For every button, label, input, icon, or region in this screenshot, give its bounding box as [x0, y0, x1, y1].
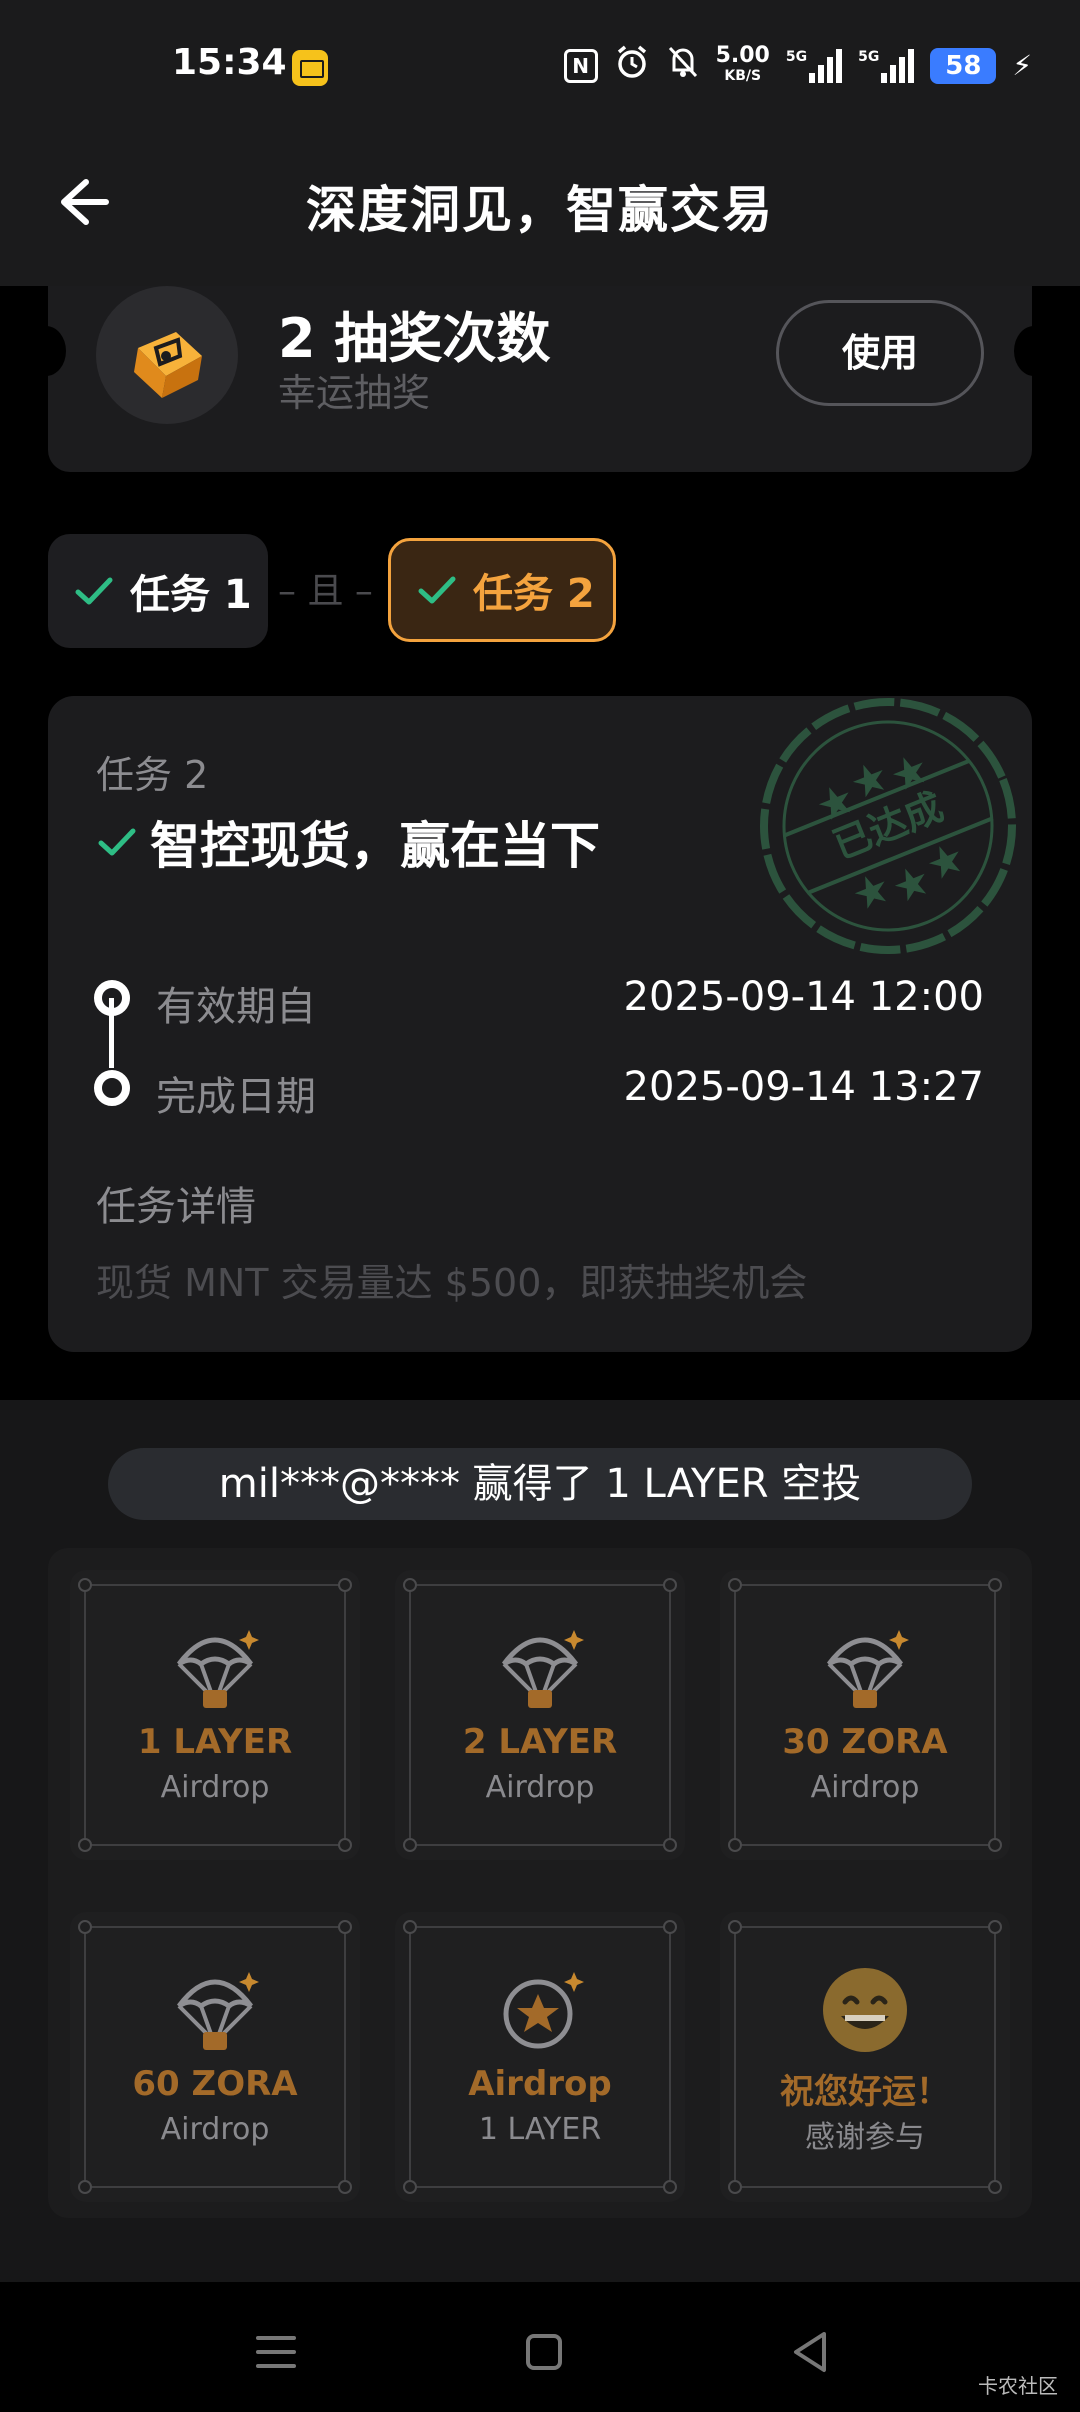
valid-from-label: 有效期自	[156, 984, 316, 1030]
winner-banner: mil***@**** 赢得了 1 LAYER 空投	[108, 1448, 972, 1520]
page-title: 深度洞见，智赢交易	[306, 181, 774, 239]
mail-notification-icon	[292, 50, 328, 86]
prize-subtitle: Airdrop	[485, 1770, 595, 1805]
watermark-text: 卡农社区	[978, 2374, 1058, 2398]
ticket-notch-right	[1014, 326, 1054, 376]
prize-subtitle: Airdrop	[160, 2112, 270, 2147]
check-icon	[75, 577, 113, 605]
top-app-bar: 深度洞见，智赢交易	[0, 136, 1080, 286]
battery-indicator: 58	[930, 47, 997, 84]
prize-card: 1 LAYER Airdrop	[70, 1570, 360, 1860]
lottery-panel: mil***@**** 赢得了 1 LAYER 空投 1 LAYER Airdr…	[0, 1400, 1080, 2282]
prize-subtitle: Airdrop	[160, 1770, 270, 1805]
prize-title: 祝您好运！	[780, 2072, 950, 2112]
achieved-stamp-icon: 已达成	[748, 696, 1028, 966]
prize-card: 60 ZORA Airdrop	[70, 1912, 360, 2202]
parachute-icon	[502, 1630, 584, 1708]
prize-card: 30 ZORA Airdrop	[720, 1570, 1010, 1860]
prize-title: 1 LAYER	[137, 1722, 293, 1762]
signal-5g-icon-2: 5G	[858, 48, 915, 83]
tab-task-2-label: 任务 2	[473, 571, 595, 617]
back-nav-icon[interactable]	[782, 2322, 842, 2382]
nfc-icon: N	[563, 48, 598, 83]
menu-nav-icon[interactable]	[246, 2322, 306, 2382]
completed-label: 完成日期	[156, 1074, 316, 1120]
lottery-ticket-card: 2 抽奖次数 幸运抽奖 使用	[26, 286, 1054, 472]
grinning-face-icon	[823, 1968, 907, 2052]
net-speed-value: 5.00	[715, 42, 770, 68]
prize-subtitle: 1 LAYER	[478, 2112, 602, 2147]
system-navigation-bar	[0, 2282, 1080, 2412]
prize-grid: 1 LAYER Airdrop 2 LAYER Airdrop 30 ZORA …	[48, 1548, 1032, 2218]
use-button[interactable]: 使用	[776, 300, 984, 406]
star-coin-icon	[503, 1972, 584, 2049]
net-speed-unit: KB/S	[724, 67, 762, 84]
system-icons: N 5.00 KB/S 5G 5G 58 ⚡	[563, 42, 1032, 87]
tasks-and-separator: – 且 –	[278, 571, 373, 612]
prize-title: 60 ZORA	[132, 2064, 298, 2104]
home-nav-icon[interactable]	[514, 2322, 574, 2382]
ticket-notch-left	[26, 326, 66, 376]
parachute-icon	[177, 1972, 259, 2050]
task-detail-card: 已达成 任务 2 智控现货，赢在当下 有效期自 2025-09-14 12:00…	[48, 696, 1032, 1352]
timeline-end-dot	[94, 1070, 130, 1106]
mute-bell-icon	[666, 44, 700, 87]
valid-from-value: 2025-09-14 12:00	[623, 974, 984, 1020]
lottery-subtitle: 幸运抽奖	[278, 371, 431, 415]
network-speed: 5.00 KB/S	[715, 42, 770, 86]
prize-card: Airdrop 1 LAYER	[395, 1912, 685, 2202]
lottery-box-icon	[96, 286, 238, 424]
task-title: 智控现货，赢在当下	[96, 806, 600, 878]
charging-icon: ⚡	[1012, 49, 1032, 82]
task-label: 任务 2	[96, 753, 209, 797]
alarm-icon	[614, 44, 650, 87]
task-details-label: 任务详情	[96, 1184, 256, 1230]
check-icon	[418, 576, 456, 604]
signal2-label: 5G	[858, 48, 880, 65]
prize-card: 2 LAYER Airdrop	[395, 1570, 685, 1860]
prize-card: 祝您好运！ 感谢参与	[720, 1912, 1010, 2202]
tab-task-1-label: 任务 1	[130, 572, 252, 618]
prize-title: Airdrop	[468, 2064, 612, 2104]
signal-5g-icon-1: 5G	[785, 48, 843, 83]
status-bar: 15:34 N 5.00 KB/S 5G 5G 58 ⚡	[0, 0, 1080, 136]
tab-task-1[interactable]: 任务 1	[48, 534, 268, 648]
parachute-icon	[827, 1630, 909, 1708]
check-icon	[98, 828, 136, 856]
prize-subtitle: Airdrop	[810, 1770, 920, 1805]
prize-title: 30 ZORA	[782, 1722, 948, 1762]
prize-title: 2 LAYER	[462, 1722, 618, 1762]
parachute-icon	[177, 1630, 259, 1708]
timeline-line	[109, 998, 114, 1068]
prize-subtitle: 感谢参与	[805, 2120, 925, 2155]
tab-task-2[interactable]: 任务 2	[388, 538, 616, 642]
task-details-text: 现货 MNT 交易量达 $500，即获抽奖机会	[96, 1261, 808, 1305]
signal1-label: 5G	[785, 48, 808, 65]
task-title-text: 智控现货，赢在当下	[150, 817, 600, 875]
status-time: 15:34	[172, 42, 287, 83]
completed-value: 2025-09-14 13:27	[623, 1064, 984, 1110]
